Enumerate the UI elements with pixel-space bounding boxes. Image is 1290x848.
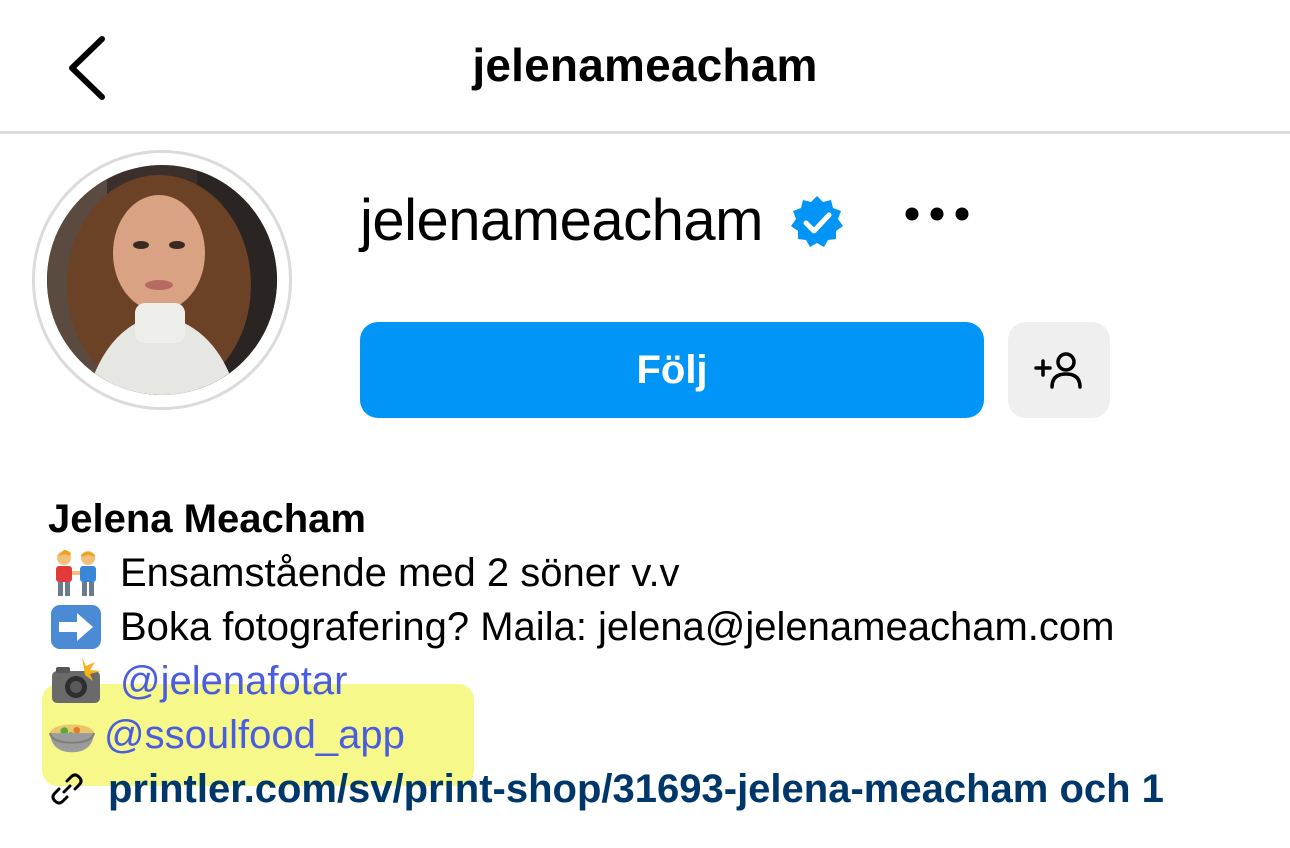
bio-line-soulfood: @ssoulfood_app (48, 708, 1278, 762)
more-options-button[interactable] (900, 192, 974, 236)
display-name: Jelena Meacham (48, 497, 366, 541)
bio-line-family: Ensamstående med 2 söner v.v (48, 546, 1278, 600)
external-link-text[interactable]: printler.com/sv/print-shop/31693-jelena-… (108, 762, 1164, 816)
suggested-users-button[interactable] (1008, 322, 1110, 418)
right-arrow-emoji-icon (48, 603, 104, 651)
mention-link-jelenafotar[interactable]: @jelenafotar (120, 654, 347, 708)
avatar[interactable] (47, 165, 277, 395)
page-title: jelenameacham (472, 39, 818, 91)
two-men-emoji-icon (48, 549, 104, 597)
mention-link-ssoulfood-app[interactable]: @ssoulfood_app (104, 708, 405, 762)
profile-bio: Jelena Meacham Ensamstående med 2 söner … (42, 492, 1278, 816)
more-horizontal-icon (905, 207, 969, 221)
follow-button[interactable]: Följ (360, 322, 984, 418)
bio-line-text: Boka fotografering? Maila: jelena@jelena… (120, 605, 1115, 649)
top-navigation-bar: jelenameacham (0, 0, 1290, 134)
link-icon (50, 772, 94, 806)
stew-bowl-emoji-icon (48, 711, 96, 759)
camera-flash-emoji-icon (48, 657, 104, 705)
username-row: jelenameacham (360, 180, 845, 260)
profile-username: jelenameacham (360, 187, 763, 253)
profile-picture-ring[interactable] (32, 150, 292, 410)
bio-external-link[interactable]: printler.com/sv/print-shop/31693-jelena-… (48, 762, 1278, 816)
bio-line-text: Ensamstående med 2 söner v.v (120, 551, 680, 595)
bio-line-photo-account: @jelenafotar (48, 654, 1278, 708)
add-user-icon (1034, 352, 1082, 389)
bio-line-booking: Boka fotografering? Maila: jelena@jelena… (48, 600, 1278, 654)
verified-badge-icon (789, 194, 845, 255)
